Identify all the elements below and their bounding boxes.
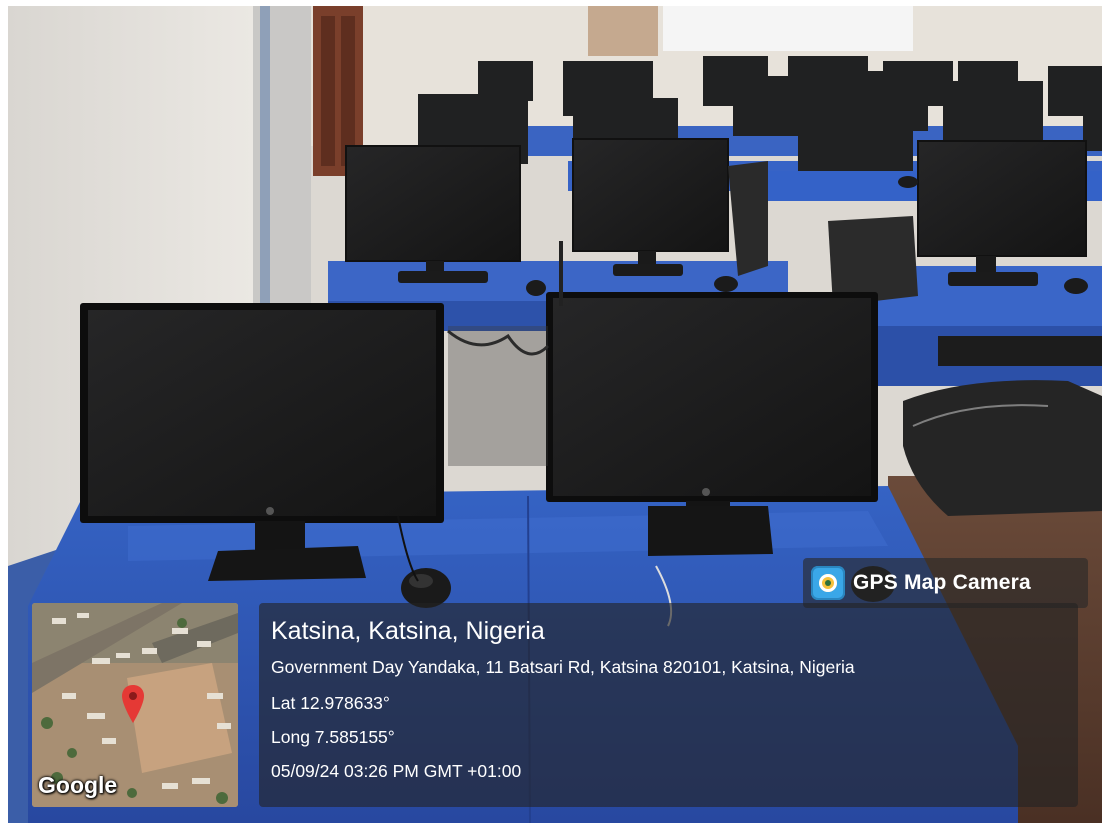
satellite-map-thumbnail: Google	[32, 603, 238, 807]
latitude-value: Lat 12.978633°	[271, 693, 390, 713]
location-info-panel: Katsina, Katsina, Nigeria Government Day…	[259, 603, 1078, 807]
camera-lens-icon	[811, 566, 845, 600]
map-watermark: Google	[38, 772, 118, 798]
gps-camera-badge-label: GPS Map Camera	[853, 571, 1031, 594]
map-pin-icon	[122, 685, 144, 723]
longitude-value: Long 7.585155°	[271, 727, 395, 747]
photo-frame: GPS Map Camera Google Katsina, Katsina, …	[0, 0, 1109, 829]
location-address: Government Day Yandaka, 11 Batsari Rd, K…	[271, 657, 855, 677]
timestamp-value: 05/09/24 03:26 PM GMT +01:00	[271, 761, 522, 781]
location-title: Katsina, Katsina, Nigeria	[271, 617, 545, 645]
gps-camera-badge: GPS Map Camera	[803, 558, 1088, 608]
